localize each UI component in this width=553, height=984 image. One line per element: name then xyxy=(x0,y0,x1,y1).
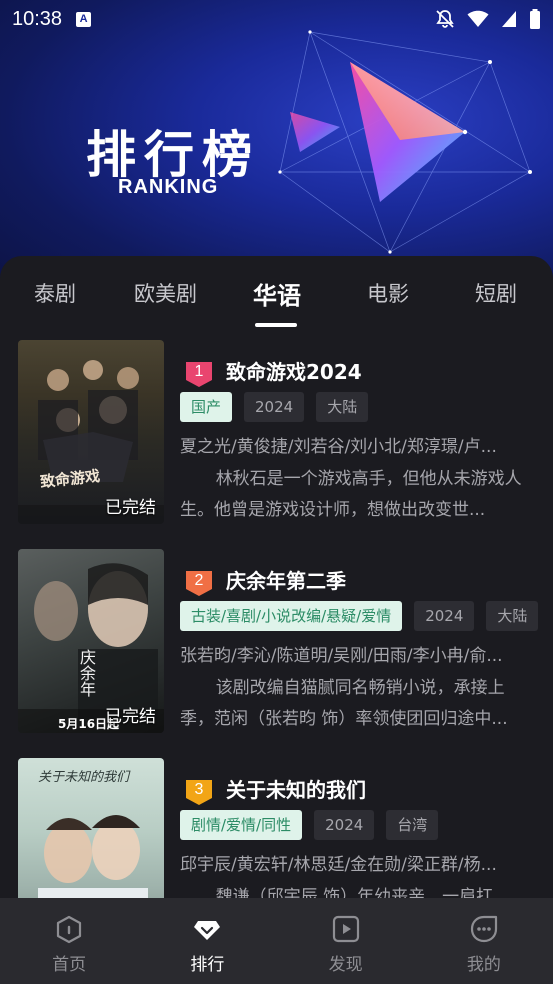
tab-thai-drama[interactable]: 泰剧 xyxy=(34,278,76,308)
region-tag[interactable]: 台湾 xyxy=(386,810,439,840)
nav-discover[interactable]: 发现 xyxy=(277,898,415,984)
cast-text: 夏之光/黄俊捷/刘若谷/刘小北/郑淳璟/卢... xyxy=(180,437,497,457)
year-tag[interactable]: 2024 xyxy=(314,810,375,840)
item-title[interactable]: 致命游戏2024 xyxy=(226,356,362,385)
nav-label: 发现 xyxy=(328,955,363,975)
ranking-header: 10:38 A 排行榜 RANKING xyxy=(0,0,553,300)
status-badge: 已完结 xyxy=(105,498,156,518)
item-title[interactable]: 庆余年第二季 xyxy=(226,565,346,594)
poster-image[interactable]: 庆余年 5月16日起 已完结 xyxy=(18,549,164,733)
tag-row: 国产 2024 大陆 xyxy=(180,392,369,422)
description-text: 该剧改编自猫腻同名畅销小说，承接上季，范闲（张若昀 饰）率领使团回归途中... xyxy=(180,678,508,729)
rank-number: 1 xyxy=(194,363,204,380)
nav-label: 我的 xyxy=(466,955,501,975)
region-tag[interactable]: 大陆 xyxy=(486,601,539,631)
nav-label: 排行 xyxy=(190,955,225,975)
genre-tag[interactable]: 剧情/爱情/同性 xyxy=(180,810,303,840)
poster-image[interactable]: 致命游戏 已完结 xyxy=(18,340,164,524)
year-tag[interactable]: 2024 xyxy=(414,601,475,631)
nav-ranking[interactable]: 排行 xyxy=(138,898,276,984)
tab-western-drama[interactable]: 欧美剧 xyxy=(134,278,197,308)
list-item[interactable]: 致命游戏 已完结 1 致命游戏2024 国产 2024 大陆 夏之光/黄俊捷/刘… xyxy=(0,340,553,530)
item-title[interactable]: 关于未知的我们 xyxy=(226,774,366,803)
rank-number: 2 xyxy=(194,572,204,589)
status-time: 10:38 xyxy=(12,7,63,30)
year-tag[interactable]: 2024 xyxy=(244,392,305,422)
page-subtitle: RANKING xyxy=(118,176,219,198)
genre-tag[interactable]: 国产 xyxy=(180,392,233,422)
rank-number: 3 xyxy=(194,781,204,798)
cast-text: 张若昀/李沁/陈道明/吴刚/田雨/李小冉/俞... xyxy=(180,646,503,666)
poster-title-text: 关于未知的我们 xyxy=(38,770,130,785)
cast-text: 邱宇辰/黄宏轩/林思廷/金在勋/梁正群/杨... xyxy=(180,855,497,875)
home-icon xyxy=(57,915,82,944)
paper-plane-illustration xyxy=(278,30,532,254)
ranking-icon xyxy=(194,921,221,940)
tab-movie[interactable]: 电影 xyxy=(367,278,409,308)
tab-chinese[interactable]: 华语 xyxy=(253,276,301,311)
bottom-nav: 首页 排行 发现 我的 xyxy=(0,898,553,984)
status-badge: 已完结 xyxy=(105,707,156,727)
app-notification-icon: A xyxy=(76,11,92,27)
category-tabs: 泰剧 欧美剧 华语 电影 短剧 xyxy=(0,256,553,327)
poster-title-text: 庆余年 xyxy=(77,649,96,697)
discover-icon xyxy=(332,915,359,943)
nav-home[interactable]: 首页 xyxy=(0,898,138,984)
nav-profile[interactable]: 我的 xyxy=(415,898,553,984)
genre-tag[interactable]: 古装/喜剧/小说改编/悬疑/爱情 xyxy=(180,601,403,631)
nav-label: 首页 xyxy=(52,955,87,975)
active-tab-indicator xyxy=(255,323,297,327)
list-item[interactable]: 庆余年 5月16日起 已完结 2 庆余年第二季 古装/喜剧/小说改编/悬疑/爱情… xyxy=(0,549,553,739)
tag-row: 古装/喜剧/小说改编/悬疑/爱情 2024 大陆 xyxy=(180,601,539,631)
tab-short-drama[interactable]: 短剧 xyxy=(475,278,517,308)
region-tag[interactable]: 大陆 xyxy=(316,392,369,422)
description-text: 林秋石是一个游戏高手，但他从未游戏人生。他曾是游戏设计师，想做出改变世... xyxy=(180,469,522,520)
ranking-panel: 泰剧 欧美剧 华语 电影 短剧 致命游戏 已完结 1 致命游戏2024 国产 2… xyxy=(0,256,553,984)
tag-row: 剧情/爱情/同性 2024 台湾 xyxy=(180,810,439,840)
profile-icon xyxy=(470,915,497,943)
